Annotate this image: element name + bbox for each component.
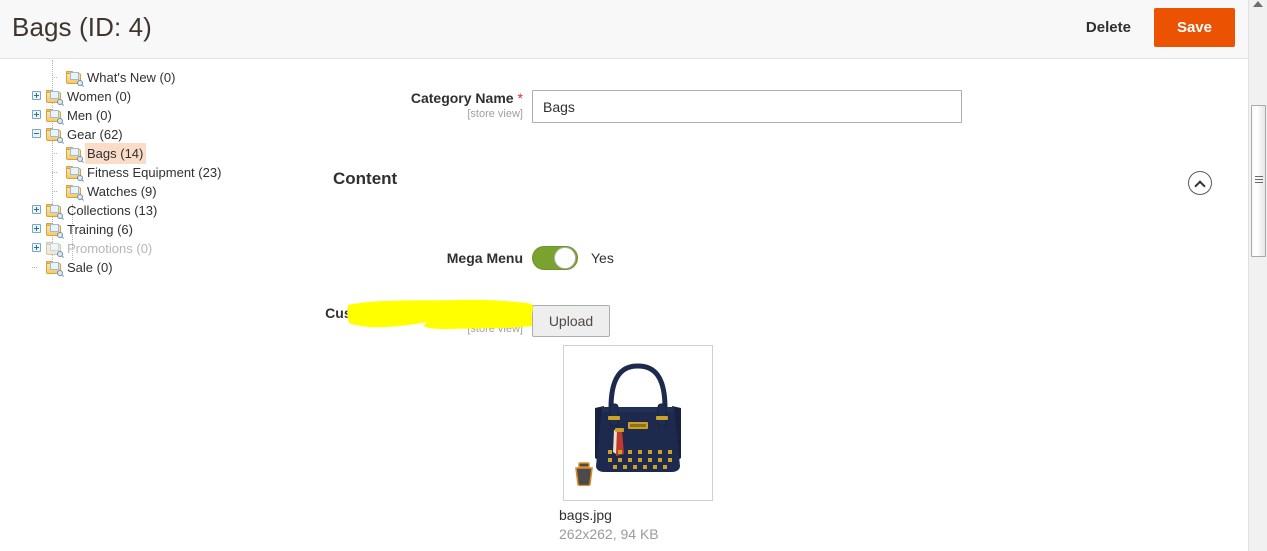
mega-menu-toggle-wrap: Yes [532,246,614,270]
tree-expand-icon[interactable] [32,205,41,214]
content-section-title: Content [333,169,398,188]
toggle-knob [554,247,576,269]
category-name-label-text: Category Name [410,90,514,106]
page-scrollbar[interactable] [1248,0,1267,551]
category-name-input[interactable] [532,90,962,123]
tree-item[interactable]: Training (6) [32,220,136,239]
tree-item[interactable]: Gear (62) [32,125,126,144]
tree-item[interactable]: What's New (0) [52,68,178,87]
tree-expand-icon[interactable] [32,243,41,252]
page-header: Bags (ID: 4) Delete Save [0,0,1248,59]
tree-item-label: Bags (14) [85,143,147,164]
tree-item-label: Fitness Equipment (23) [87,165,222,180]
tree-item[interactable]: Collections (13) [32,201,160,220]
tree-item[interactable]: Women (0) [32,87,134,106]
uploaded-image-frame[interactable] [563,345,713,501]
upload-button[interactable]: Upload [532,305,610,337]
category-form: Category Name* [store view] Content Mega… [320,60,1248,551]
delete-button[interactable]: Delete [1076,10,1141,45]
tree-collapse-icon[interactable] [32,129,41,138]
field-category-name: Category Name * [store view] [320,90,962,123]
tree-item-label: Collections (13) [67,203,158,218]
save-button[interactable]: Save [1153,8,1235,47]
chevron-up-icon [1194,180,1206,192]
mega-menu-state-text: Yes [591,250,614,266]
tree-connector-icon [52,172,57,173]
folder-icon [66,71,83,86]
scroll-up-arrow-icon[interactable] [1253,1,1263,7]
field-mega-menu: Mega Menu Yes [320,246,614,270]
folder-icon [46,261,63,276]
folder-icon [66,185,83,200]
required-marker: * [517,90,523,106]
content-section-collapse-button[interactable] [1188,171,1212,195]
folder-icon [46,223,63,238]
folder-icon [46,90,63,105]
tree-item-label: Men (0) [67,108,112,123]
trash-icon[interactable] [573,462,595,486]
folder-icon [66,147,83,162]
tree-expand-icon[interactable] [32,110,41,119]
uploaded-file-name: bags.jpg [559,507,612,523]
category-name-label: Category Name * [store view] [320,90,532,121]
category-tree-panel: What's New (0) Women (0) Men (0) Gear (62) B… [0,60,320,551]
tree-expand-icon[interactable] [32,91,41,100]
tree-item-label: Women (0) [67,89,132,104]
scrollbar-grip-icon [1255,176,1263,183]
tree-item-label: Watches (9) [87,184,157,199]
tree-item[interactable]: Sale (0) [32,258,116,277]
mega-menu-label: Mega Menu [446,250,523,266]
category-name-scope: [store view] [467,108,523,120]
tree-connector-icon [52,77,57,78]
field-custom-image: Custom Image for Mobile App [store view]… [320,305,610,337]
tree-item-label: Gear (62) [67,127,123,142]
tree-connector-icon [32,267,37,268]
scrollbar-thumb[interactable] [1251,105,1266,257]
tree-item[interactable]: Men (0) [32,106,115,125]
uploaded-file-meta: 262x262, 94 KB [559,526,659,542]
tree-item-label: Sale (0) [67,260,113,275]
folder-icon [46,128,63,143]
tree-item[interactable]: Promotions (0) [32,239,155,258]
folder-icon [66,166,83,181]
folder-icon [46,242,63,257]
tree-item[interactable]: Bags (14) [52,143,147,164]
folder-icon [46,204,63,219]
tree-item-label: What's New (0) [87,70,176,85]
tree-connector-icon [52,191,57,192]
page-root: Bags (ID: 4) Delete Save What's New (0) W… [0,0,1267,551]
custom-image-scope: [store view] [467,323,523,335]
tree-connector-icon [52,153,57,154]
mega-menu-toggle[interactable] [532,246,578,270]
header-actions: Delete Save [1076,8,1235,47]
custom-image-label-text: Custom Image for Mobile App [325,305,523,321]
tree-item-label: Training (6) [67,222,133,237]
tree-item[interactable]: Fitness Equipment (23) [52,163,224,182]
folder-icon [46,109,63,124]
page-title: Bags (ID: 4) [12,12,152,42]
tree-expand-icon[interactable] [32,224,41,233]
tree-item-label: Promotions (0) [67,241,153,256]
custom-image-label: Custom Image for Mobile App [store view] [320,305,532,336]
tree-item[interactable]: Watches (9) [52,182,160,201]
